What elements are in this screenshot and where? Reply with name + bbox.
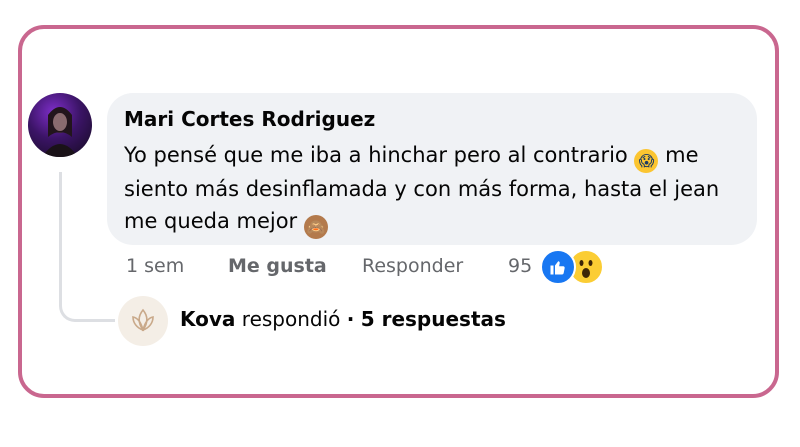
comment-timestamp[interactable]: 1 sem [126, 255, 184, 277]
comment-text-line1-end: me [665, 143, 699, 167]
comment-author[interactable]: Mari Cortes Rodriguez [124, 107, 375, 131]
like-button[interactable]: Me gusta [228, 255, 327, 277]
scream-emoji-icon: 😱 [634, 149, 659, 173]
comment-text-line1: Yo pensé que me iba a hinchar pero al co… [124, 143, 628, 167]
reply-count: 5 respuestas [360, 307, 506, 331]
reply-separator: · [346, 307, 355, 331]
reaction-count[interactable]: 95 [508, 255, 532, 277]
thumbs-up-icon [550, 261, 565, 275]
lotus-logo-icon [132, 308, 154, 332]
kova-avatar[interactable] [118, 296, 168, 346]
reply-verb: respondió [241, 307, 341, 331]
reply-button[interactable]: Responder [362, 255, 463, 277]
reply-author: Kova [180, 307, 236, 331]
reactions-summary[interactable] [540, 249, 604, 285]
comment-text-line2: siento más desinflamada y con más forma,… [124, 177, 720, 201]
person-photo-icon [42, 107, 78, 157]
like-icon [540, 249, 576, 285]
replies-summary-link[interactable]: Kova respondió · 5 respuestas [180, 307, 506, 331]
avatar[interactable] [28, 93, 92, 157]
see-no-evil-monkey-icon: 🙈 [303, 215, 328, 239]
comment-text-line3: me queda mejor [124, 209, 298, 233]
comment-text: Yo pensé que me iba a hinchar pero al co… [124, 139, 754, 239]
